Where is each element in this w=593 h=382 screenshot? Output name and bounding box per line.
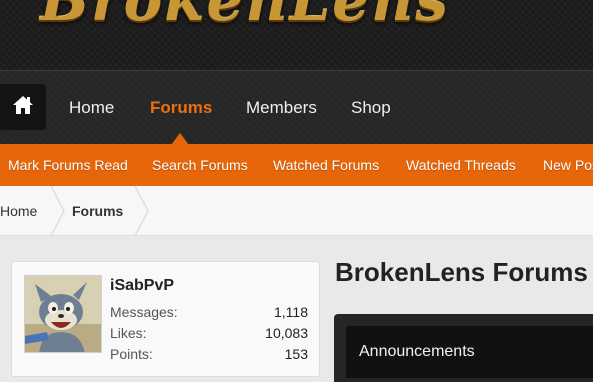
subnav-watched-forums[interactable]: Watched Forums: [273, 157, 379, 173]
subnav-watched-threads[interactable]: Watched Threads: [406, 157, 516, 173]
nav-home[interactable]: Home: [69, 98, 114, 118]
breadcrumb-forums[interactable]: Forums: [72, 203, 123, 219]
nav-shop[interactable]: Shop: [351, 98, 391, 118]
announcements-section: Announcements: [334, 314, 593, 382]
user-card: iSabPvP Messages: 1,118 Likes: 10,083 Po…: [11, 261, 320, 377]
subnav-mark-forums-read[interactable]: Mark Forums Read: [8, 157, 128, 173]
main-nav: Home Forums Members Shop: [0, 70, 593, 145]
breadcrumb: Home Forums: [0, 186, 593, 236]
announcements-header: Announcements: [346, 326, 593, 378]
subnav-new-posts[interactable]: New Posts: [543, 157, 593, 173]
breadcrumb-separator-icon: [134, 186, 149, 236]
breadcrumb-separator-icon: [50, 186, 65, 236]
page-title: BrokenLens Forums: [335, 257, 588, 287]
nav-members[interactable]: Members: [246, 98, 317, 118]
sub-nav: Mark Forums Read Search Forums Watched F…: [0, 144, 593, 186]
stat-messages-label: Messages:: [110, 304, 178, 320]
subnav-search-forums[interactable]: Search Forums: [152, 157, 248, 173]
avatar[interactable]: [24, 275, 102, 353]
stat-messages-value[interactable]: 1,118: [274, 304, 308, 320]
stat-likes-value[interactable]: 10,083: [265, 325, 308, 341]
site-banner: BrokenLens: [0, 0, 593, 70]
username[interactable]: iSabPvP: [110, 277, 174, 295]
site-logo[interactable]: BrokenLens: [40, 0, 450, 34]
home-button[interactable]: [0, 84, 46, 130]
stat-likes-label: Likes:: [110, 325, 147, 341]
home-icon: [12, 95, 34, 119]
stat-points-label: Points:: [110, 346, 153, 362]
nav-forums[interactable]: Forums: [150, 98, 212, 118]
breadcrumb-home[interactable]: Home: [0, 203, 37, 219]
announcements-title[interactable]: Announcements: [359, 343, 475, 361]
stat-points-value[interactable]: 153: [285, 346, 308, 362]
